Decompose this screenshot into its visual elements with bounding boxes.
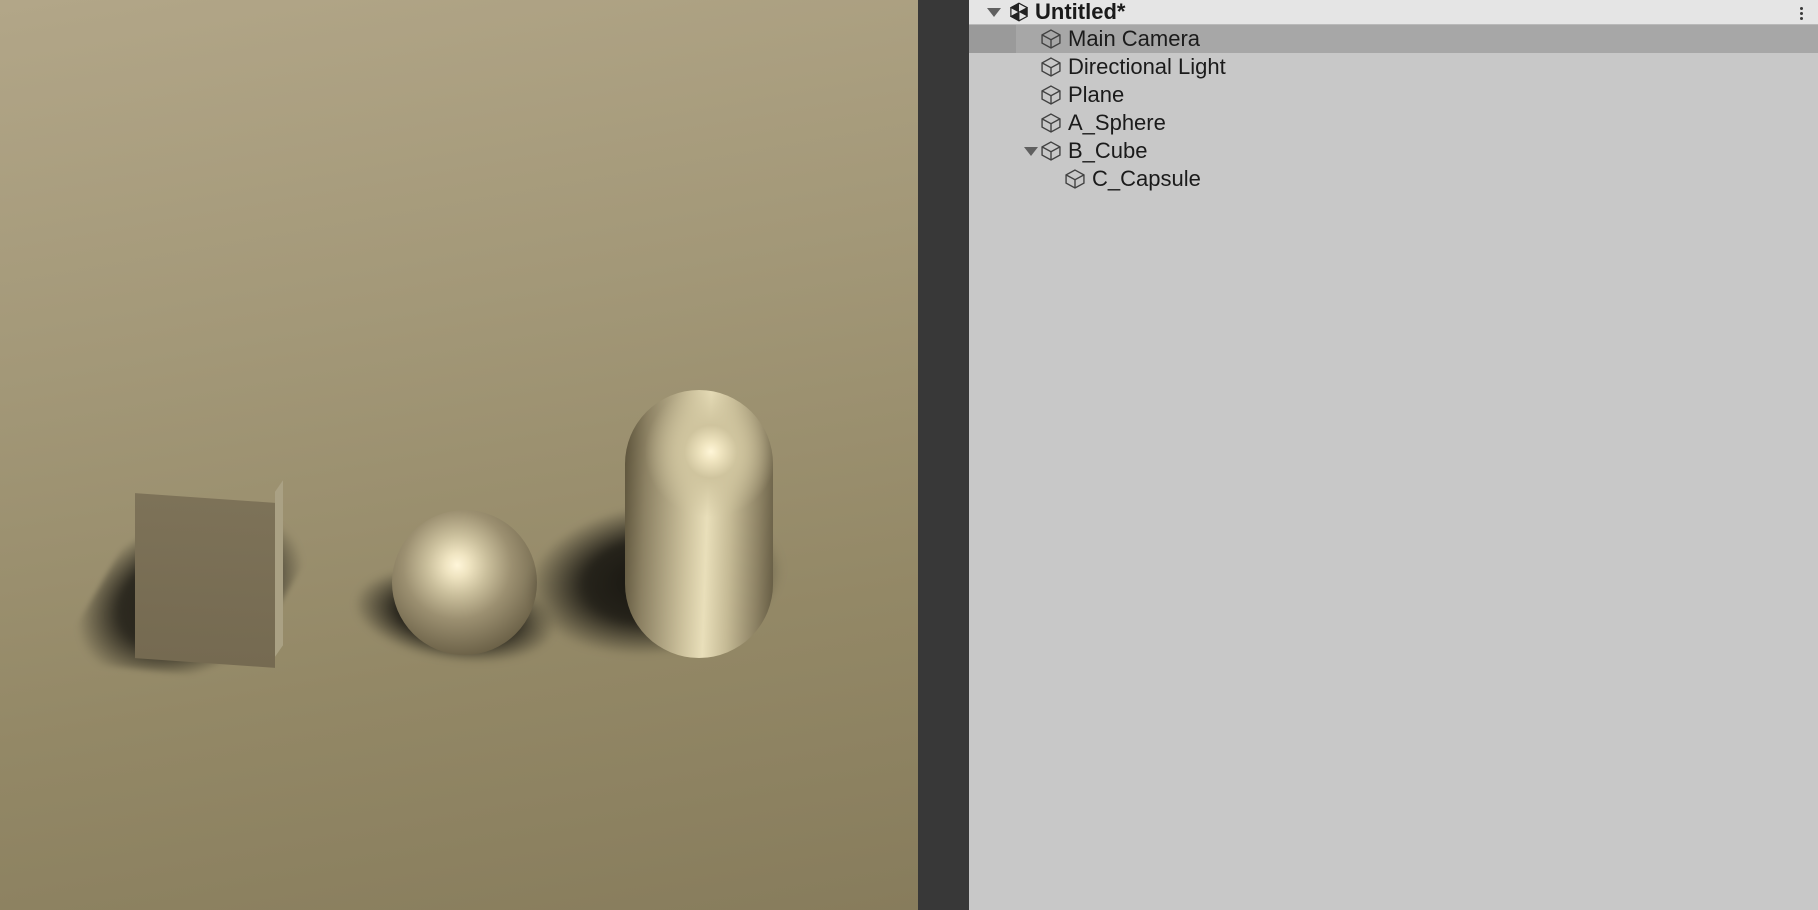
hierarchy-item-main-camera[interactable]: Main Camera	[969, 25, 1818, 53]
hierarchy-item-directional-light[interactable]: Directional Light	[969, 53, 1818, 81]
hierarchy-tree: Main CameraDirectional LightPlaneA_Spher…	[969, 25, 1818, 193]
hierarchy-item-label: Plane	[1068, 82, 1124, 108]
foldout-slot[interactable]	[1022, 147, 1040, 156]
hierarchy-item-label: Main Camera	[1068, 26, 1200, 52]
hierarchy-item-c-capsule[interactable]: C_Capsule	[969, 165, 1818, 193]
row-gutter	[969, 25, 1016, 53]
chevron-down-icon[interactable]	[1024, 147, 1038, 156]
hierarchy-item-label: B_Cube	[1068, 138, 1148, 164]
gameobject-icon	[1040, 140, 1062, 162]
row-gutter	[969, 81, 1016, 109]
gameobject-icon	[1064, 168, 1086, 190]
scene-name-label[interactable]: Untitled*	[1035, 0, 1125, 25]
scene-object-capsule[interactable]	[625, 390, 773, 658]
hierarchy-item-label: A_Sphere	[1068, 110, 1166, 136]
hierarchy-item-b-cube[interactable]: B_Cube	[969, 137, 1818, 165]
scene-object-cube[interactable]	[135, 480, 275, 670]
panel-menu-button[interactable]	[1792, 4, 1810, 22]
scene-object-sphere[interactable]	[392, 510, 537, 655]
hierarchy-item-label: C_Capsule	[1092, 166, 1201, 192]
hierarchy-item-label: Directional Light	[1068, 54, 1226, 80]
unity-logo-icon	[1009, 2, 1029, 22]
row-gutter	[969, 109, 1016, 137]
scene-foldout-icon[interactable]	[987, 8, 1001, 17]
row-gutter	[969, 165, 1016, 193]
hierarchy-item-plane[interactable]: Plane	[969, 81, 1818, 109]
pane-divider[interactable]	[929, 0, 969, 910]
scene-object-plane[interactable]	[0, 0, 918, 910]
gameobject-icon	[1040, 84, 1062, 106]
row-gutter	[969, 137, 1016, 165]
gameobject-icon	[1040, 112, 1062, 134]
gameobject-icon	[1040, 56, 1062, 78]
hierarchy-item-a-sphere[interactable]: A_Sphere	[969, 109, 1818, 137]
row-gutter	[969, 53, 1016, 81]
viewport-edge	[918, 0, 929, 910]
scene-viewport[interactable]	[0, 0, 929, 910]
hierarchy-header[interactable]: Untitled*	[969, 0, 1818, 25]
gameobject-icon	[1040, 28, 1062, 50]
hierarchy-panel: Untitled* Main CameraDirectional LightPl…	[969, 0, 1818, 910]
